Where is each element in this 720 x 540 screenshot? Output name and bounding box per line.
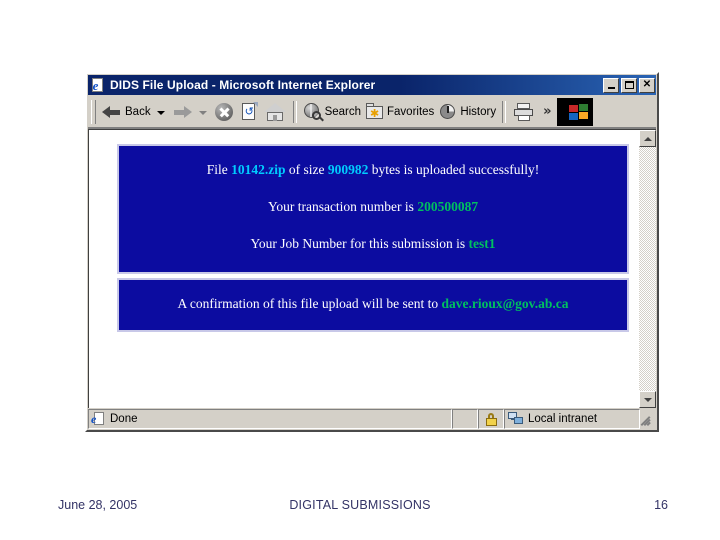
confirmation-line-prefix: A confirmation of this file upload will … (177, 296, 442, 311)
status-security-pane (478, 409, 504, 429)
history-button[interactable]: History (436, 98, 498, 126)
internet-explorer-icon: e (90, 77, 106, 93)
confirmation-line: A confirmation of this file upload will … (125, 296, 621, 312)
lock-icon (485, 412, 497, 426)
search-button-label: Search (324, 105, 362, 118)
upload-success-panel: File 10142.zip of size 900982 bytes is u… (117, 144, 629, 274)
close-button[interactable]: ✕ (639, 77, 655, 93)
transaction-number-line: Your transaction number is 200500087 (125, 199, 621, 215)
status-zone-pane: Local intranet (504, 409, 640, 429)
window-title: DIDS File Upload - Microsoft Internet Ex… (110, 78, 376, 92)
upload-success-line: File 10142.zip of size 900982 bytes is u… (125, 162, 621, 178)
status-zone-label: Local intranet (528, 413, 598, 425)
scroll-down-icon (643, 397, 652, 402)
stop-icon (213, 101, 235, 123)
scroll-down-button[interactable] (639, 391, 656, 408)
scrollbar-track[interactable] (639, 147, 656, 391)
transaction-number: 200500087 (417, 199, 479, 214)
browser-toolbar: Back ↺ Search ✱ Favorites History » (88, 96, 656, 128)
minimize-icon (607, 87, 615, 89)
home-icon (263, 101, 287, 123)
upload-line-suffix: bytes is uploaded successfully! (368, 162, 540, 177)
resize-grip[interactable] (640, 409, 656, 429)
back-arrow-icon (101, 102, 123, 122)
refresh-icon: ↺ (239, 101, 259, 123)
upload-line-prefix: File (206, 162, 232, 177)
forward-arrow-icon (171, 102, 193, 122)
title-bar[interactable]: e DIDS File Upload - Microsoft Internet … (88, 75, 656, 95)
status-message: Done (110, 413, 138, 425)
slide-footer: June 28, 2005 DIGITAL SUBMISSIONS 16 (0, 494, 720, 516)
vertical-scrollbar[interactable] (639, 129, 656, 408)
toolbar-grip[interactable] (91, 99, 96, 124)
confirmation-email-address: dave.rioux@gov.ab.ca (441, 296, 569, 311)
home-button[interactable] (261, 98, 289, 126)
scroll-up-button[interactable] (639, 130, 656, 147)
footer-title: DIGITAL SUBMISSIONS (289, 498, 431, 512)
print-button[interactable] (510, 98, 538, 126)
upload-line-middle: of size (285, 162, 328, 177)
favorites-button[interactable]: ✱ Favorites (363, 98, 436, 126)
print-icon (512, 101, 536, 123)
stop-button[interactable] (211, 98, 237, 126)
transaction-line-prefix: Your transaction number is (267, 199, 418, 214)
web-page-content: File 10142.zip of size 900982 bytes is u… (88, 129, 639, 408)
job-number-line: Your Job Number for this submission is t… (125, 236, 621, 252)
status-bar: e Done Local intranet (88, 409, 656, 429)
history-button-label: History (460, 105, 497, 118)
toolbar-separator-2 (502, 100, 507, 123)
refresh-button[interactable]: ↺ (237, 98, 261, 126)
back-dropdown-icon[interactable] (156, 110, 165, 115)
toolbar-overflow-button[interactable]: » (543, 104, 551, 119)
windows-logo-icon (556, 97, 593, 126)
back-button-label: Back (125, 105, 151, 118)
back-button[interactable]: Back (99, 98, 153, 126)
close-icon: ✕ (642, 79, 652, 90)
window-controls: ✕ (603, 77, 655, 93)
favorites-button-label: Favorites (387, 105, 435, 118)
forward-button[interactable] (169, 98, 195, 126)
status-explorer-icon: e (91, 412, 107, 426)
status-progress-pane (452, 409, 478, 429)
search-icon (303, 102, 324, 122)
forward-dropdown-icon[interactable] (198, 110, 207, 115)
upload-result-panels: File 10142.zip of size 900982 bytes is u… (117, 144, 629, 332)
scroll-up-icon (643, 136, 652, 141)
search-button[interactable]: Search (301, 98, 363, 126)
history-icon (438, 102, 458, 122)
browser-client-area: File 10142.zip of size 900982 bytes is u… (88, 128, 656, 408)
maximize-button[interactable] (621, 77, 637, 93)
favorites-icon: ✱ (365, 102, 385, 122)
confirmation-email-panel: A confirmation of this file upload will … (117, 278, 629, 332)
maximize-icon (624, 81, 634, 89)
uploaded-filesize: 900982 (327, 162, 369, 177)
job-line-prefix: Your Job Number for this submission is (250, 236, 469, 251)
status-message-pane: e Done (88, 409, 452, 429)
footer-page-number: 16 (654, 498, 668, 512)
uploaded-filename: 10142.zip (231, 162, 286, 177)
minimize-button[interactable] (603, 77, 619, 93)
toolbar-separator (292, 100, 297, 123)
browser-window: e DIDS File Upload - Microsoft Internet … (85, 72, 659, 432)
job-number: test1 (468, 236, 496, 251)
network-zone-icon (508, 412, 525, 426)
